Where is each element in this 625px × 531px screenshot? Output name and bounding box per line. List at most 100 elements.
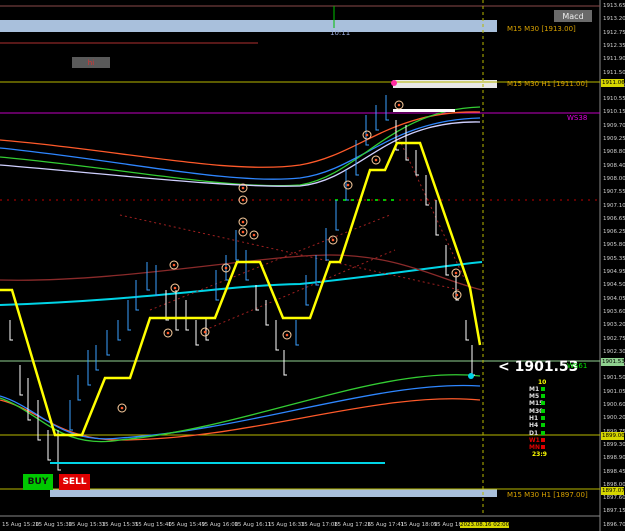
- price-tick-label: 1913.20: [603, 16, 625, 23]
- price-tick-label: 1897.15: [603, 508, 625, 515]
- fractal-marker-dot: [224, 266, 228, 270]
- timeframe-label: MN: [529, 444, 540, 451]
- fractal-marker-dot: [455, 293, 459, 297]
- fractal-marker-dot: [374, 158, 378, 162]
- timeframe-timer: 23:9: [532, 451, 547, 458]
- candle-wick: [265, 300, 269, 326]
- candle-wick: [9, 320, 13, 341]
- candle-wick: [465, 320, 469, 341]
- candle-wick: [69, 400, 73, 431]
- zigzag-line: [0, 141, 482, 437]
- price-tick-label: 1904.05: [603, 295, 625, 302]
- time-tick-label: 15 Aug 15:30: [35, 522, 73, 528]
- price-tick-label: 1901.50: [603, 375, 625, 382]
- timeframe-label: W1: [529, 437, 540, 444]
- timeframe-label: H4: [529, 422, 539, 429]
- time-tick-label: 15 Aug 17:41: [367, 522, 405, 528]
- timeframe-label: H1: [529, 415, 539, 422]
- timeframe-status-square: [541, 423, 545, 427]
- candle-wick: [471, 345, 475, 376]
- level-band-1913: [0, 20, 497, 32]
- fractal-marker-dot: [203, 330, 207, 334]
- price-tick-label: 1902.30: [603, 348, 625, 355]
- time-tick-label: 15 Aug 15:35: [101, 522, 139, 528]
- price-axis-tag: 1901.53: [601, 358, 625, 366]
- candle-wick: [95, 345, 99, 371]
- price-tick-label: 1900.60: [603, 402, 625, 408]
- price-tick-label: 1906.25: [603, 229, 625, 236]
- price-tick-label: 1908.40: [603, 162, 625, 169]
- fractal-marker-dot: [346, 183, 350, 187]
- candle-wick: [127, 300, 131, 331]
- moving-average-line: [0, 254, 483, 291]
- fractal-marker-dot: [173, 286, 177, 290]
- timeframe-status-square: [541, 401, 545, 405]
- candle-wick: [335, 200, 339, 231]
- candle-wick: [235, 230, 239, 261]
- moving-average-line: [0, 384, 481, 440]
- candle-wick: [275, 320, 279, 351]
- timeframe-status-square: [541, 409, 545, 413]
- fractal-marker-dot: [454, 271, 458, 275]
- hi-button[interactable]: hi: [72, 57, 110, 68]
- time-tick-label: 15 Aug 18:09: [400, 522, 438, 528]
- candle-wick: [175, 290, 179, 331]
- top-time-marker-label: 10:11: [330, 29, 351, 37]
- timeframe-label: M5: [529, 393, 540, 400]
- candle-wick: [19, 365, 23, 396]
- fractal-marker-dot: [241, 186, 245, 190]
- time-axis-tag: 2023.08.16 02:00: [460, 522, 510, 528]
- fractal-marker-dot: [241, 220, 245, 224]
- candle-wick: [415, 150, 419, 176]
- moving-average-line: [0, 261, 483, 306]
- price-tick-label: 1901.05: [603, 388, 625, 395]
- timeframe-status-square: [541, 431, 545, 435]
- price-tick-label: 1913.65: [603, 3, 625, 9]
- candle-wick: [106, 330, 110, 356]
- price-tick-label: 1900.20: [603, 415, 625, 422]
- price-tick-label: 1907.10: [603, 202, 625, 209]
- price-tick-label: 1904.95: [603, 269, 625, 275]
- fractal-marker-dot: [365, 133, 369, 137]
- candle-wick: [155, 265, 159, 296]
- sell-button[interactable]: SELL: [59, 474, 90, 490]
- time-tick-label: 15 Aug 17:08: [300, 522, 338, 528]
- moving-average-line: [0, 106, 481, 187]
- price-tick-label: 1910.15: [603, 109, 625, 116]
- price-tick-label: 1906.65: [603, 215, 625, 222]
- price-tick-label: 1909.25: [603, 136, 625, 142]
- candle-wick: [135, 280, 139, 311]
- time-tick-label: 15 Aug 15:33: [68, 522, 106, 528]
- time-tick-label: 15 Aug 16:33: [267, 522, 305, 528]
- timeframe-status-square: [541, 438, 545, 442]
- timeframe-label: D1: [529, 430, 539, 437]
- buy-button[interactable]: BUY: [23, 474, 53, 490]
- level-band-1911: [393, 80, 497, 88]
- price-axis-tag: 1899.00: [601, 432, 625, 440]
- level-band-1897: [50, 489, 497, 497]
- candle-wick: [185, 300, 189, 331]
- fractal-marker-dot: [172, 263, 176, 267]
- price-tick-label: 1902.75: [603, 335, 625, 342]
- price-tick-label: 1905.80: [603, 242, 625, 249]
- price-tick-label: 1903.60: [603, 308, 625, 315]
- price-tick-label: 1912.75: [603, 29, 625, 36]
- candle-wick: [455, 275, 459, 301]
- time-tick-label: 15 Aug 15:20: [2, 522, 40, 528]
- timeframe-status-square: [541, 445, 545, 449]
- candle-wick: [385, 95, 389, 121]
- level-label: M15 M30 H1 [1911.00]: [507, 80, 588, 88]
- moving-average-line: [0, 117, 481, 180]
- fractal-marker-dot: [285, 333, 289, 337]
- timeframe-status-square: [541, 394, 545, 398]
- fractal-marker-dot: [252, 233, 256, 237]
- price-tick-label: 1898.90: [603, 455, 625, 462]
- fractal-marker-dot: [166, 331, 170, 335]
- candle-wick: [315, 255, 319, 286]
- price-tick-label: 1909.70: [603, 122, 625, 129]
- macd-button[interactable]: Macd: [554, 10, 592, 22]
- candle-wick: [146, 262, 150, 291]
- time-tick-label: 15 Aug 16:00: [201, 522, 239, 528]
- price-tick-label: 1911.90: [603, 56, 625, 63]
- candle-wick: [245, 250, 249, 281]
